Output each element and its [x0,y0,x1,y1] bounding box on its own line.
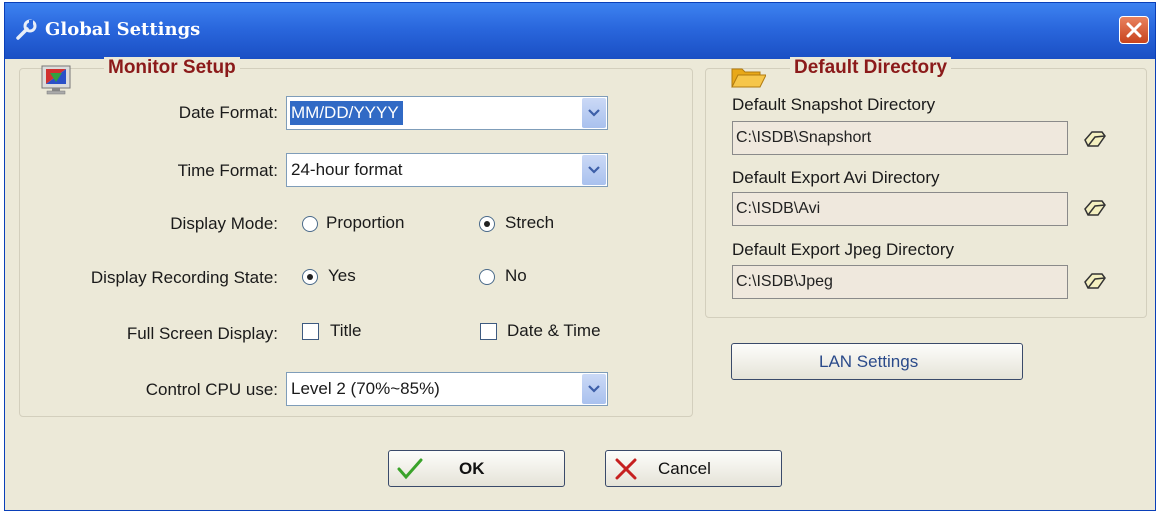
chevron-down-icon[interactable] [582,374,606,404]
default-directory-title: Default Directory [790,57,952,79]
jpeg-dir-field[interactable]: C:\ISDB\Jpeg [732,265,1068,299]
folder-icon [730,63,767,89]
jpeg-dir-label: Default Export Jpeg Directory [732,240,955,259]
avi-dir-value: C:\ISDB\Avi [736,200,821,217]
date-format-label: Date Format: [178,103,278,122]
monitor-icon [40,65,72,95]
browse-folder-icon[interactable] [1082,270,1108,294]
monitor-setup-group: Monitor Setup Date Format: MM/DD/YYYY Ti… [19,57,693,417]
chevron-down-icon[interactable] [582,98,606,128]
recording-state-label: Display Recording State: [90,268,278,287]
recording-no-radio[interactable] [479,269,495,285]
recording-yes-label[interactable]: Yes [328,266,356,286]
strech-radio[interactable] [479,216,495,232]
chevron-down-icon[interactable] [582,155,606,185]
default-directory-group: Default Directory Default Snapshot Direc… [705,57,1147,318]
cpu-use-label: Control CPU use: [145,380,278,399]
cancel-button[interactable]: Cancel [605,450,782,487]
time-format-select[interactable]: 24-hour format [286,153,608,187]
snapshot-dir-value: C:\ISDB\Snapshort [736,129,872,146]
display-mode-label: Display Mode: [170,214,278,233]
avi-dir-label: Default Export Avi Directory [732,168,940,187]
ok-label: OK [459,459,485,478]
monitor-setup-title: Monitor Setup [104,57,240,79]
x-icon [614,458,638,485]
cancel-label: Cancel [658,459,711,478]
close-icon [1126,22,1142,38]
snapshot-dir-label: Default Snapshot Directory [732,95,936,114]
cpu-use-select[interactable]: Level 2 (70%~85%) [286,372,608,406]
wrench-icon [15,19,37,41]
title-checkbox[interactable] [302,323,319,340]
time-format-label: Time Format: [177,161,278,180]
date-time-checkbox[interactable] [480,323,497,340]
cpu-use-value: Level 2 (70%~85%) [291,379,440,398]
checkmark-icon [397,457,423,486]
date-format-value: MM/DD/YYYY [290,101,403,125]
browse-folder-icon[interactable] [1082,128,1108,152]
recording-yes-radio[interactable] [302,269,318,285]
full-screen-label: Full Screen Display: [126,324,278,343]
proportion-label[interactable]: Proportion [326,213,404,233]
avi-dir-field[interactable]: C:\ISDB\Avi [732,192,1068,226]
title-bar[interactable]: Global Settings [5,3,1155,59]
date-time-checkbox-label[interactable]: Date & Time [507,321,601,341]
time-format-value: 24-hour format [291,160,403,179]
jpeg-dir-value: C:\ISDB\Jpeg [736,273,833,290]
proportion-radio[interactable] [302,216,318,232]
lan-settings-button[interactable]: LAN Settings [731,343,1023,380]
window-title: Global Settings [45,19,201,40]
lan-settings-label: LAN Settings [819,352,919,371]
global-settings-dialog: Global Settings Monitor Setup Date Forma… [4,2,1156,511]
ok-button[interactable]: OK [388,450,565,487]
title-checkbox-label[interactable]: Title [330,321,362,341]
recording-no-label[interactable]: No [505,266,527,286]
snapshot-dir-field[interactable]: C:\ISDB\Snapshort [732,121,1068,155]
strech-label[interactable]: Strech [505,213,554,233]
close-button[interactable] [1119,16,1149,44]
date-format-select[interactable]: MM/DD/YYYY [286,96,608,130]
browse-folder-icon[interactable] [1082,197,1108,221]
